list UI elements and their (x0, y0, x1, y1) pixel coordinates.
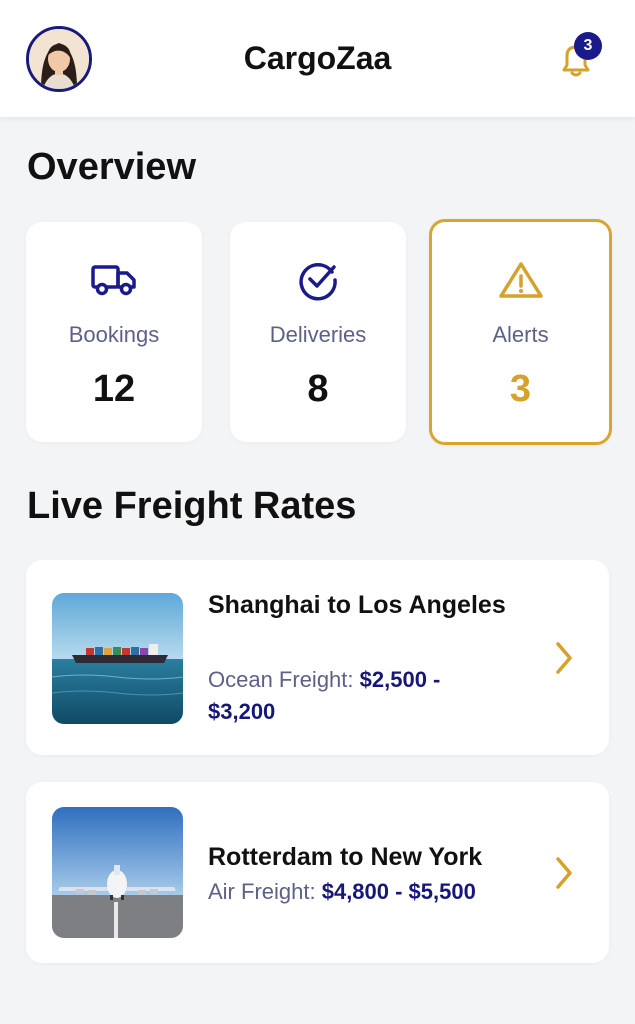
bookings-value: 12 (92, 368, 136, 410)
deliveries-card[interactable]: Deliveries 8 (230, 222, 406, 442)
deliveries-label: Deliveries (269, 322, 367, 347)
cargo-ship-image (52, 593, 183, 724)
route-name: Shanghai to Los Angeles (208, 591, 506, 619)
route-name: Rotterdam to New York (208, 843, 483, 871)
app-header: CargoZaa 3 (0, 0, 635, 117)
chevron-right-icon[interactable] (552, 855, 576, 891)
warning-triangle-icon (432, 258, 609, 302)
overview-heading: Overview (27, 146, 196, 188)
cargo-plane-image (52, 807, 183, 938)
bookings-label: Bookings (68, 322, 160, 347)
freight-mode: Air Freight: (208, 879, 316, 904)
price-line: Ocean Freight: $2,500 - $3,200 (208, 664, 508, 728)
price-range: $4,800 - $5,500 (321, 879, 476, 904)
truck-icon (26, 258, 202, 302)
alerts-card[interactable]: Alerts 3 (429, 219, 612, 445)
rate-card-shanghai-la[interactable]: Shanghai to Los Angeles Ocean Freight: $… (26, 560, 609, 755)
notification-count-badge: 3 (574, 32, 602, 60)
rate-card-rotterdam-ny[interactable]: Rotterdam to New York Air Freight: $4,80… (26, 782, 609, 963)
chevron-right-icon[interactable] (552, 640, 576, 676)
alerts-label: Alerts (492, 322, 549, 347)
bookings-card[interactable]: Bookings 12 (26, 222, 202, 442)
deliveries-value: 8 (307, 368, 329, 410)
live-rates-heading: Live Freight Rates (27, 485, 357, 527)
freight-mode: Ocean Freight: (208, 667, 354, 692)
alerts-value: 3 (509, 368, 532, 410)
check-circle-icon (230, 258, 406, 302)
app-title: CargoZaa (243, 40, 392, 76)
price-line: Air Freight: $4,800 - $5,500 (208, 876, 548, 908)
